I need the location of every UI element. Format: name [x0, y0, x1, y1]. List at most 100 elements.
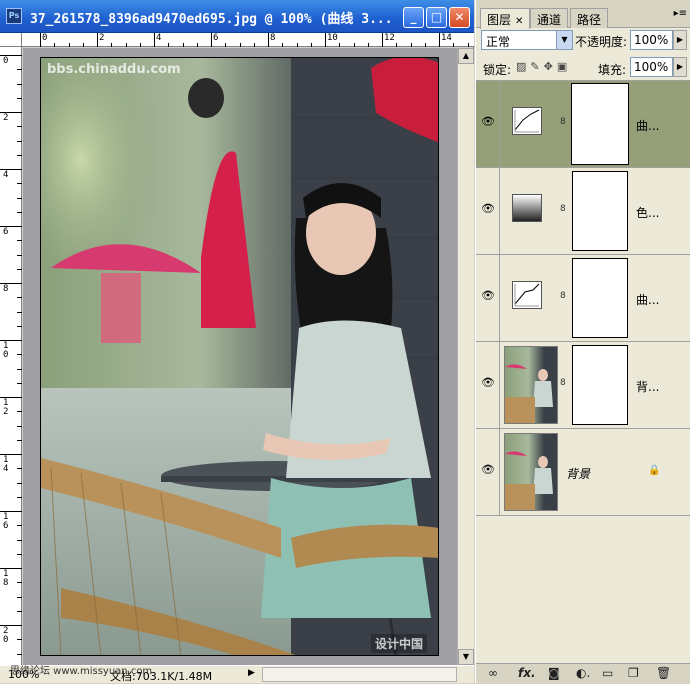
lock-options[interactable]: ▨✎✥▣	[516, 60, 571, 73]
lock-brush-icon[interactable]: ✎	[530, 60, 543, 73]
layer-row[interactable]: 👁 背景 🔒	[476, 429, 690, 516]
ruler-minor-tick	[17, 140, 22, 142]
fx-icon[interactable]: fx.	[518, 666, 536, 680]
ruler-label: 6	[3, 227, 9, 237]
title-bar[interactable]: Ps 37_261578_8396ad9470ed695.jpg @ 100% …	[0, 0, 474, 33]
opacity-arrow-icon[interactable]: ▶	[673, 30, 687, 50]
scroll-up-icon[interactable]: ▲	[458, 48, 474, 64]
ruler-minor-tick	[410, 43, 412, 47]
eye-icon[interactable]: 👁	[480, 115, 496, 129]
minimize-button[interactable]: _	[403, 7, 424, 28]
ruler-minor-tick	[17, 183, 22, 185]
maximize-button[interactable]: □	[426, 7, 447, 28]
visibility-toggle[interactable]: 👁	[476, 81, 500, 167]
link-icon[interactable]: 8	[560, 291, 566, 301]
lock-transparent-icon[interactable]: ▨	[516, 60, 530, 73]
ruler-minor-tick	[17, 596, 22, 598]
tab-layers[interactable]: 图层 ✕	[480, 8, 531, 29]
lock-all-icon[interactable]: ▣	[557, 60, 571, 73]
tab-paths[interactable]: 路径	[570, 8, 609, 28]
ruler-tick	[439, 33, 440, 47]
blend-mode-select[interactable]: 正常 ▼	[481, 30, 573, 50]
layer-name[interactable]: 色...	[636, 204, 659, 221]
ruler-minor-tick	[17, 439, 22, 441]
layer-row[interactable]: 👁 8 背...	[476, 342, 690, 429]
opacity-label: 不透明度:	[575, 35, 628, 49]
fill-label: 填充:	[598, 63, 627, 77]
panel-tabs: 图层 ✕ 通道 路径 ▸≡	[476, 0, 690, 29]
layer-name[interactable]: 背景	[566, 465, 590, 482]
visibility-toggle[interactable]: 👁	[476, 168, 500, 254]
link-icon[interactable]: ∞	[488, 666, 498, 680]
layer-mask-thumbnail[interactable]	[571, 83, 629, 165]
layer-mask-thumbnail[interactable]	[572, 171, 628, 251]
close-button[interactable]: ✕	[449, 7, 470, 28]
visibility-toggle[interactable]: 👁	[476, 342, 500, 428]
vertical-scrollbar[interactable]: ▲ ▼	[457, 48, 474, 665]
opacity-input[interactable]: 100%	[630, 30, 673, 50]
ruler-minor-tick	[17, 639, 22, 641]
close-icon[interactable]: ✕	[515, 16, 523, 27]
layer-row[interactable]: 👁 8 曲...	[476, 81, 690, 168]
status-menu-arrow-icon[interactable]: ▶	[248, 668, 255, 678]
document-photo[interactable]: bbs.chinaddu.com 设计中国	[40, 57, 439, 656]
fill-arrow-icon[interactable]: ▶	[673, 57, 687, 77]
ruler-origin[interactable]	[0, 33, 22, 47]
link-icon[interactable]: 8	[560, 378, 566, 388]
mask-icon[interactable]: ◙	[548, 666, 560, 680]
chevron-down-icon[interactable]: ▼	[556, 31, 572, 49]
layers-panel: 图层 ✕ 通道 路径 ▸≡ 正常 ▼ 不透明度: 100% ▶ 锁定: ▨✎✥▣ …	[475, 0, 690, 683]
ruler-minor-tick	[17, 83, 22, 85]
layer-thumbnail[interactable]	[504, 433, 558, 511]
new-layer-icon[interactable]: ❐	[628, 666, 639, 680]
ruler-minor-tick	[17, 297, 22, 299]
visibility-toggle[interactable]: 👁	[476, 255, 500, 341]
ruler-minor-tick	[17, 539, 22, 541]
tab-label: 图层	[487, 13, 512, 27]
layer-name[interactable]: 曲...	[636, 291, 659, 308]
lock-move-icon[interactable]: ✥	[544, 60, 557, 73]
eye-icon[interactable]: 👁	[480, 463, 496, 477]
layer-mask-thumbnail[interactable]	[572, 345, 628, 425]
visibility-toggle[interactable]: 👁	[476, 429, 500, 515]
ruler-minor-tick	[310, 43, 312, 47]
ruler-minor-tick	[467, 43, 469, 47]
ruler-minor-tick	[17, 311, 22, 313]
ruler-tick	[325, 33, 326, 47]
layer-name[interactable]: 曲...	[636, 117, 659, 134]
ruler-tick	[211, 33, 212, 47]
link-icon[interactable]: 8	[560, 117, 566, 127]
layer-row[interactable]: 👁 8 色...	[476, 168, 690, 255]
link-icon[interactable]: 8	[560, 204, 566, 214]
horizontal-ruler[interactable]: 0 2 4 6 8 10 12 14	[22, 33, 483, 47]
ruler-minor-tick	[17, 382, 22, 384]
ruler-label: 10	[327, 33, 338, 43]
ruler-label: 8	[270, 33, 276, 43]
ruler-minor-tick	[17, 240, 22, 242]
layer-thumbnail[interactable]	[504, 346, 558, 424]
scroll-down-icon[interactable]: ▼	[458, 649, 474, 665]
horizontal-scrollbar[interactable]	[262, 667, 457, 682]
folder-icon[interactable]: ▭	[602, 666, 613, 680]
trash-icon[interactable]: 🗑	[656, 666, 671, 680]
eye-icon[interactable]: 👁	[480, 289, 496, 303]
panel-menu-icon[interactable]: ▸≡	[674, 8, 687, 19]
credit-text: 思缘论坛 www.missyuan.com	[10, 666, 153, 677]
tab-channels[interactable]: 通道	[530, 8, 569, 28]
ruler-label: 20	[3, 626, 9, 645]
layer-name[interactable]: 背...	[636, 378, 659, 395]
layer-mask-thumbnail[interactable]	[572, 258, 628, 338]
ruler-minor-tick	[453, 43, 455, 47]
gradient-map-icon	[512, 194, 542, 222]
adjustment-icon[interactable]: ◐.	[576, 666, 590, 680]
eye-icon[interactable]: 👁	[480, 376, 496, 390]
tab-label: 路径	[577, 13, 602, 27]
layer-row[interactable]: 👁 8 曲...	[476, 255, 690, 342]
vertical-ruler[interactable]: 0 2 4 6 8 10 12 14 16 18 20	[0, 47, 22, 669]
eye-icon[interactable]: 👁	[480, 202, 496, 216]
ruler-minor-tick	[17, 325, 22, 327]
fill-input[interactable]: 100%	[630, 57, 673, 77]
ruler-minor-tick	[17, 211, 22, 213]
ruler-minor-tick	[196, 43, 198, 47]
ruler-label: 12	[384, 33, 395, 43]
